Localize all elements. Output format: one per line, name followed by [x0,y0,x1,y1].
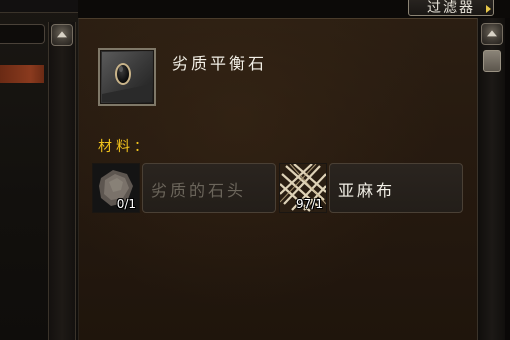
linen-cloth-icon: 97/1 [279,163,327,213]
scroll-thumb[interactable] [483,50,501,72]
filter-button[interactable]: 过滤器 [408,0,494,16]
arrow-up-icon [487,30,497,37]
tradeskill-window: 过滤器 劣质平衡石 材料： 0/1 劣质的石头 97/1 亚麻布 [0,0,510,340]
arrow-up-icon [57,31,67,38]
scroll-up-button[interactable] [481,23,503,45]
item-name: 劣质平衡石 [172,54,268,73]
detail-scrollbar[interactable] [477,18,506,340]
reagent-count: 0/1 [116,197,136,211]
recipe-list-header [0,0,78,13]
recipe-list-selected-entry[interactable] [0,65,44,83]
filter-button-label: 过滤器 [427,0,475,16]
reagents-label: 材料： [98,139,152,155]
reagent-name: 劣质的石头 [151,181,247,200]
recipe-list-scrollbar[interactable] [48,22,76,340]
stone-icon: 0/1 [92,163,140,213]
recipe-list-entry[interactable] [0,24,45,44]
reagent-count: 97/1 [296,197,323,211]
reagent-name-frame: 劣质的石头 [142,163,276,213]
reagent-name-frame: 亚麻布 [329,163,463,213]
balance-stone-icon[interactable] [98,48,156,106]
window-edge [505,18,510,340]
reagent-slot[interactable]: 0/1 劣质的石头 [92,163,276,213]
scroll-up-button[interactable] [51,24,73,46]
balance-stone-graphic [102,52,152,102]
caret-right-icon [486,5,491,13]
recipe-list-panel [0,0,79,340]
reagent-slot[interactable]: 97/1 亚麻布 [279,163,463,213]
reagent-name: 亚麻布 [338,181,396,200]
